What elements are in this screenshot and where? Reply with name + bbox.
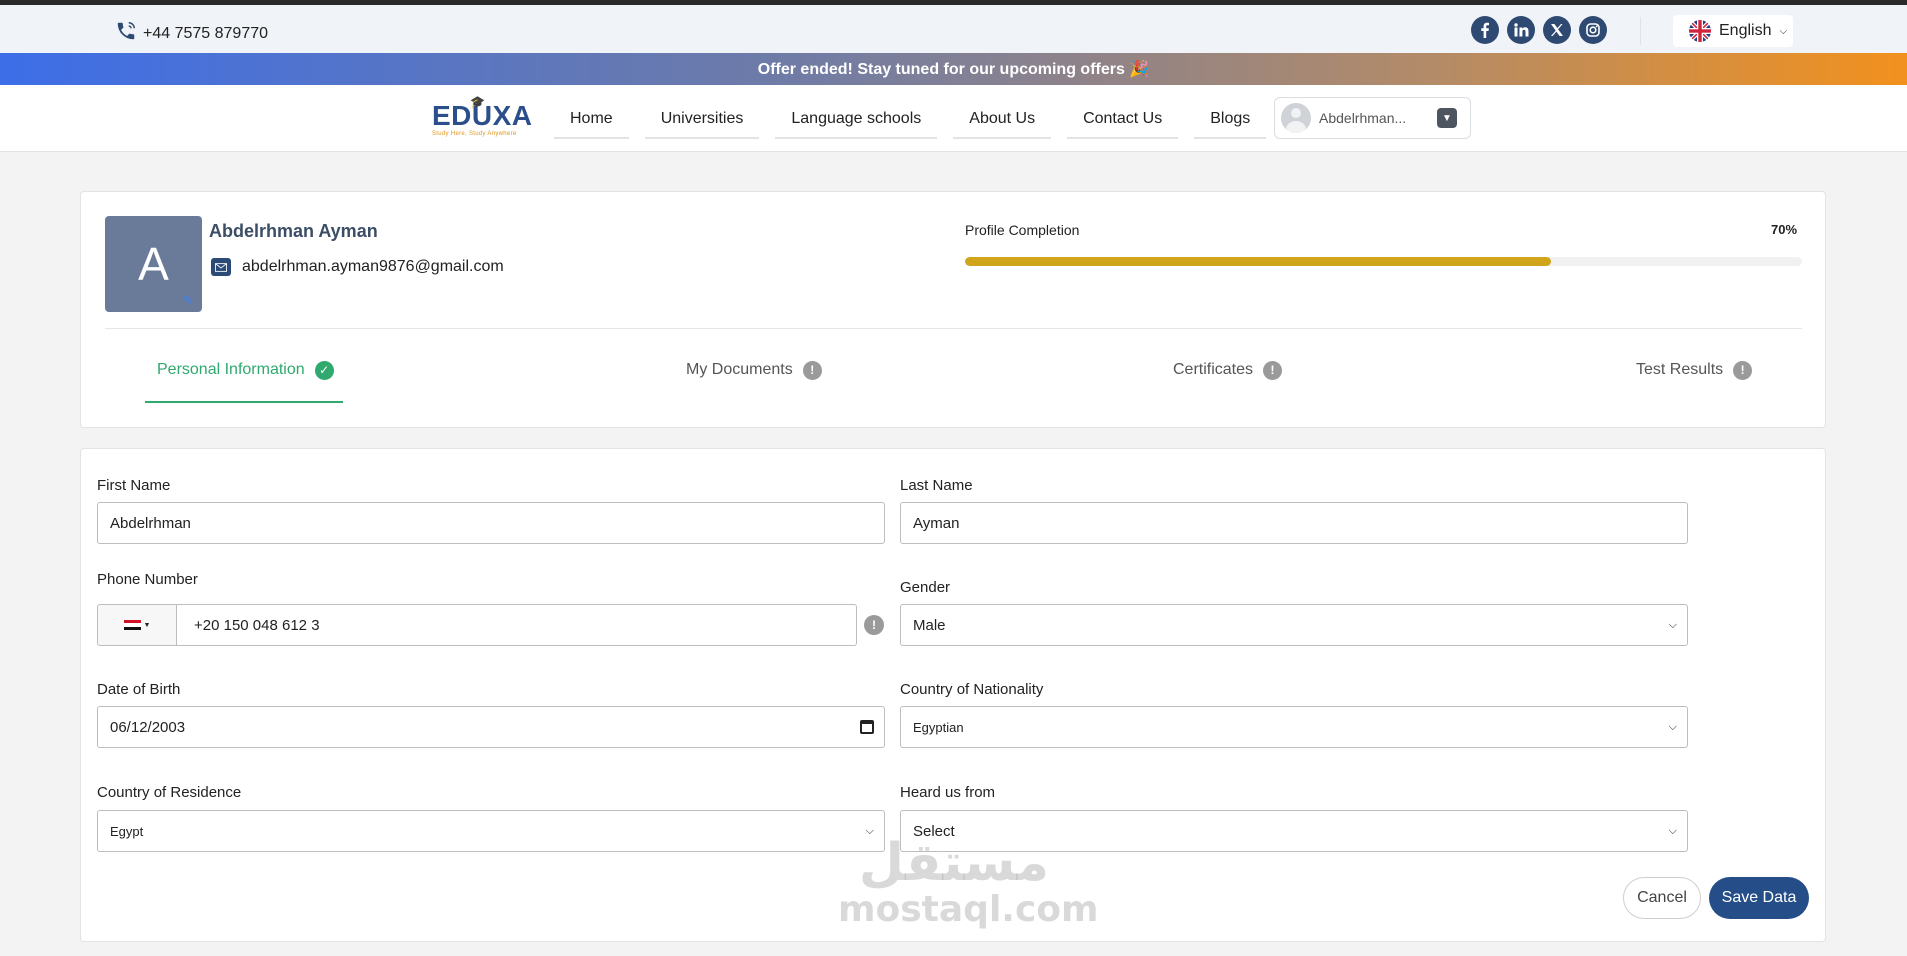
chevron-down-icon: ▼ [143, 621, 151, 629]
phone-info-icon[interactable]: ! [864, 615, 884, 635]
exclamation-circle-icon: ! [1263, 360, 1283, 380]
main-navbar: 🎓 EDUXA Study Here, Study Anywhere Home … [0, 85, 1907, 152]
residence-select[interactable]: Egypt ⌵ [97, 810, 885, 852]
nationality-value: Egyptian [913, 719, 964, 735]
gender-label: Gender [900, 579, 951, 596]
nav-menu: Home Universities Language schools About… [554, 104, 1267, 139]
tab-test-results[interactable]: Test Results ! [1636, 355, 1753, 385]
gender-select[interactable]: Male ⌵ [900, 604, 1688, 646]
chevron-down-icon: ⌵ [1668, 720, 1677, 733]
profile-completion-label: Profile Completion [965, 222, 1080, 238]
phone-icon [115, 20, 137, 47]
nav-item-contact-us[interactable]: Contact Us [1067, 104, 1179, 139]
tab-label: Personal Information [157, 361, 305, 378]
offer-banner: Offer ended! Stay tuned for our upcoming… [0, 53, 1907, 85]
phone-number-label: Phone Number [97, 571, 198, 588]
profile-completion-percent: 70% [1771, 222, 1798, 237]
tab-label: My Documents [686, 361, 793, 378]
nav-item-language-schools[interactable]: Language schools [775, 104, 938, 139]
language-selector[interactable]: English ⌵ [1673, 15, 1793, 47]
exclamation-circle-icon: ! [1733, 360, 1753, 380]
profile-tabs: Personal Information ✓ My Documents ! Ce… [81, 329, 1827, 429]
nav-item-home[interactable]: Home [554, 104, 629, 139]
profile-email: abdelrhman.ayman9876@gmail.com [242, 258, 504, 275]
facebook-icon[interactable] [1471, 16, 1499, 44]
chevron-down-icon: ⌵ [1668, 618, 1677, 631]
residence-label: Country of Residence [97, 784, 242, 801]
profile-completion-fill [965, 257, 1551, 266]
phone-number-field[interactable]: +20 150 048 612 3 [176, 604, 857, 646]
user-avatar-icon [1281, 103, 1311, 133]
tab-certificates[interactable]: Certificates ! [1173, 355, 1283, 385]
save-data-button[interactable]: Save Data [1709, 877, 1809, 919]
first-name-field[interactable]: Abdelrhman [97, 502, 885, 544]
date-of-birth-label: Date of Birth [97, 681, 181, 698]
phone-contact[interactable]: +44 7575 879770 [115, 20, 268, 47]
calendar-icon[interactable] [860, 720, 874, 734]
eduxa-logo[interactable]: 🎓 EDUXA Study Here, Study Anywhere [432, 95, 532, 141]
tab-label: Test Results [1636, 361, 1724, 378]
profile-completion-bar [965, 257, 1802, 266]
active-tab-indicator [145, 401, 343, 403]
gender-value: Male [913, 616, 946, 634]
topbar-divider [1640, 17, 1641, 45]
profile-name: Abdelrhman Ayman [209, 221, 378, 241]
watermark-latin: mostaql.com [838, 889, 1099, 930]
avatar-letter: A [138, 238, 169, 290]
last-name-field[interactable]: Ayman [900, 502, 1688, 544]
language-label: English [1719, 22, 1772, 39]
nav-item-universities[interactable]: Universities [644, 104, 760, 139]
date-of-birth-value: 06/12/2003 [110, 718, 186, 736]
last-name-label: Last Name [900, 477, 973, 494]
phone-number: +44 7575 879770 [143, 24, 269, 42]
profile-card: A ✎ Abdelrhman Ayman abdelrhman.ayman987… [80, 191, 1826, 428]
instagram-icon[interactable] [1579, 16, 1607, 44]
egypt-flag-icon [123, 620, 141, 630]
graduation-cap-icon: 🎓 [470, 95, 485, 109]
chevron-down-icon[interactable]: ▼ [1437, 108, 1457, 128]
tab-personal-information[interactable]: Personal Information ✓ [157, 355, 334, 385]
nationality-label: Country of Nationality [900, 681, 1044, 698]
logo-tagline: Study Here, Study Anywhere [432, 131, 517, 137]
nationality-select[interactable]: Egyptian ⌵ [900, 706, 1688, 748]
social-links [1471, 16, 1607, 44]
date-of-birth-field[interactable]: 06/12/2003 [97, 706, 885, 748]
exclamation-circle-icon: ! [802, 360, 822, 380]
nav-item-blogs[interactable]: Blogs [1194, 104, 1267, 139]
user-menu[interactable]: Abdelrhman... ▼ [1274, 97, 1471, 139]
pencil-icon[interactable]: ✎ [183, 294, 197, 308]
check-circle-icon: ✓ [314, 360, 334, 380]
residence-value: Egypt [110, 823, 144, 839]
mostaql-watermark: مستقل mostaql.com [838, 833, 1099, 930]
linkedin-icon[interactable] [1507, 16, 1535, 44]
user-menu-name: Abdelrhman... [1319, 110, 1407, 126]
chevron-down-icon: ⌵ [1779, 25, 1788, 37]
nav-item-about-us[interactable]: About Us [953, 104, 1052, 139]
first-name-value: Abdelrhman [110, 514, 191, 532]
watermark-arabic: مستقل [858, 833, 1050, 893]
last-name-value: Ayman [913, 514, 960, 532]
first-name-label: First Name [97, 477, 171, 494]
cancel-button[interactable]: Cancel [1623, 877, 1701, 919]
heard-from-label: Heard us from [900, 784, 996, 801]
tab-label: Certificates [1173, 361, 1254, 378]
country-code-selector[interactable]: ▼ [97, 604, 177, 646]
uk-flag-icon [1689, 20, 1711, 42]
top-contact-bar: +44 7575 879770 English ⌵ [0, 5, 1907, 53]
tab-my-documents[interactable]: My Documents ! [686, 355, 822, 385]
profile-email-row: abdelrhman.ayman9876@gmail.com [211, 258, 504, 276]
mail-icon [211, 258, 231, 276]
phone-number-value: +20 150 048 612 3 [194, 616, 320, 634]
chevron-down-icon: ⌵ [1668, 824, 1677, 837]
x-icon[interactable] [1543, 16, 1571, 44]
profile-avatar[interactable]: A ✎ [105, 216, 202, 312]
offer-banner-text: Offer ended! Stay tuned for our upcoming… [757, 61, 1150, 78]
